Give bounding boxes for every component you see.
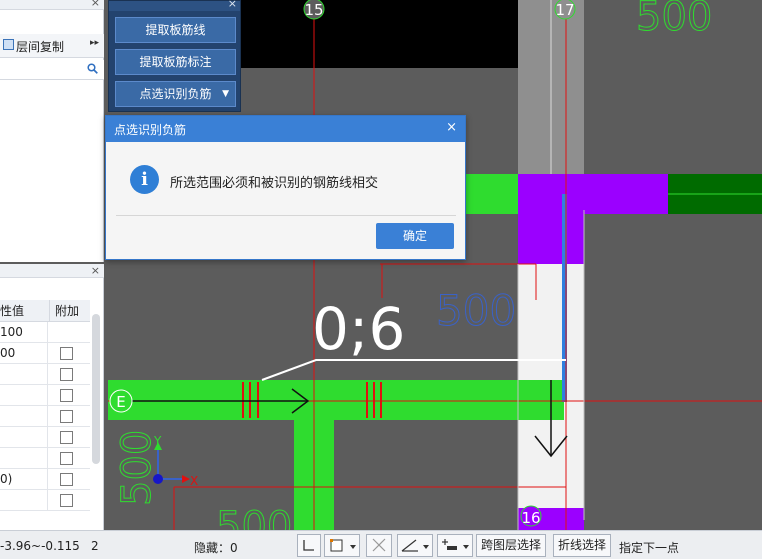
property-value xyxy=(0,385,48,406)
message-dialog: 点选识别负筋 × i 所选范围必须和被识别的钢筋线相交 确定 xyxy=(105,115,466,260)
status-bar: -3.96~-0.115 2 隐藏：0 跨图层选择 折线选择 指定下一点 xyxy=(0,530,762,559)
panel-toolbar: 层间复制 ▸▸ xyxy=(0,34,104,58)
table-row[interactable]: 100 xyxy=(0,322,90,343)
ok-button[interactable]: 确定 xyxy=(376,223,454,249)
property-value: 00 xyxy=(0,343,48,364)
ucs-x-arrow xyxy=(182,475,190,483)
extra-checkbox[interactable] xyxy=(60,347,73,360)
dimension-text-top: 500 xyxy=(636,0,712,40)
info-icon: i xyxy=(130,165,159,194)
coordinate-readout: -3.96~-0.115 xyxy=(0,539,80,553)
cross-icon xyxy=(372,538,386,552)
property-value: 100 xyxy=(0,322,48,343)
axis-label-17: 17 xyxy=(555,1,574,19)
angle-icon xyxy=(401,539,429,552)
panel-titlebar: × xyxy=(109,0,240,11)
column-header-extra: 附加 xyxy=(50,300,90,322)
close-icon[interactable]: × xyxy=(91,264,100,277)
table-row[interactable] xyxy=(0,406,90,427)
ucs-origin xyxy=(153,474,163,484)
dialog-message: 所选范围必须和被识别的钢筋线相交 xyxy=(170,176,379,191)
column-header-value: 性值 xyxy=(0,300,50,322)
axis-label-16: 16 xyxy=(521,509,540,527)
panel-titlebar: × xyxy=(0,0,104,10)
table-row[interactable] xyxy=(0,448,90,469)
dynamic-input-toggle[interactable] xyxy=(437,534,473,557)
purple-beam-top xyxy=(518,174,668,214)
axis-label-15: 15 xyxy=(304,1,323,19)
table-row[interactable] xyxy=(0,427,90,448)
extract-rebar-labels-button[interactable]: 提取板筋标注 xyxy=(115,49,236,75)
dialog-title: 点选识别负筋 xyxy=(114,123,187,137)
search-input[interactable] xyxy=(0,60,104,80)
extra-checkbox[interactable] xyxy=(60,368,73,381)
purple-beam-vertical xyxy=(518,210,584,264)
table-row[interactable]: 0) xyxy=(0,469,90,490)
extra-checkbox[interactable] xyxy=(60,452,73,465)
extra-checkbox[interactable] xyxy=(60,389,73,402)
property-value xyxy=(0,490,48,511)
close-icon[interactable]: × xyxy=(91,0,100,9)
green-slab-horizontal xyxy=(108,380,564,420)
extract-rebar-lines-button[interactable]: 提取板筋线 xyxy=(115,17,236,43)
column-center-line xyxy=(550,0,552,176)
object-snap-toggle[interactable] xyxy=(324,534,360,557)
extra-checkbox[interactable] xyxy=(60,494,73,507)
copy-floor-icon xyxy=(3,39,14,50)
property-value: 0) xyxy=(0,469,48,490)
axis-label-e: E xyxy=(116,393,125,411)
more-icon[interactable]: ▸▸ xyxy=(90,38,99,48)
ortho-toggle[interactable] xyxy=(297,534,321,557)
extra-checkbox[interactable] xyxy=(60,473,73,486)
dialog-separator xyxy=(116,215,456,216)
close-icon[interactable]: × xyxy=(228,0,237,10)
search-icon[interactable] xyxy=(87,63,98,74)
properties-panel: × 性值 附加 100 00 0) xyxy=(0,264,104,530)
hidden-count: 隐藏：0 xyxy=(194,541,238,555)
scrollbar[interactable] xyxy=(92,314,100,464)
command-prompt: 指定下一点 xyxy=(619,541,680,555)
property-value xyxy=(0,427,48,448)
left-panel-top: × 层间复制 ▸▸ xyxy=(0,0,104,262)
angle-snap-toggle[interactable] xyxy=(397,534,433,557)
layer-count: 2 xyxy=(91,539,99,553)
property-value xyxy=(0,406,48,427)
extra-checkbox[interactable] xyxy=(60,410,73,423)
rebar-label: 0;6 xyxy=(312,295,405,363)
snap-icon xyxy=(330,539,356,552)
dimension-text-bottom: 500 xyxy=(216,504,292,530)
table-row[interactable] xyxy=(0,385,90,406)
green-slab-top xyxy=(466,174,518,214)
disabled-tool[interactable] xyxy=(366,534,392,557)
table-row[interactable] xyxy=(0,364,90,385)
dynamic-input-icon xyxy=(442,539,469,550)
pick-negative-rebar-label: 点选识别负筋 xyxy=(139,87,212,101)
ortho-icon xyxy=(303,540,314,551)
rebar-tool-panel: × 提取板筋线 提取板筋标注 点选识别负筋 ▼ xyxy=(108,0,241,112)
pick-negative-rebar-button[interactable]: 点选识别负筋 ▼ xyxy=(115,81,236,107)
dropdown-arrow-icon[interactable]: ▼ xyxy=(222,82,229,106)
dialog-titlebar: 点选识别负筋 × xyxy=(106,116,465,142)
cross-layer-select-button[interactable]: 跨图层选择 xyxy=(476,534,547,557)
ucs-x-label: X xyxy=(190,474,198,488)
extra-checkbox[interactable] xyxy=(60,431,73,444)
table-row[interactable]: 00 xyxy=(0,343,90,364)
copy-floor-button[interactable]: 层间复制 xyxy=(16,38,64,55)
table-row[interactable] xyxy=(0,490,90,511)
polyline-select-button[interactable]: 折线选择 xyxy=(553,534,612,557)
ucs-y-label: Y xyxy=(153,434,162,448)
property-value xyxy=(0,448,48,469)
dialog-close-icon[interactable]: × xyxy=(446,120,457,135)
panel-titlebar: × xyxy=(0,264,104,278)
property-value xyxy=(0,364,48,385)
dimension-text-mid: 500 xyxy=(436,286,516,335)
